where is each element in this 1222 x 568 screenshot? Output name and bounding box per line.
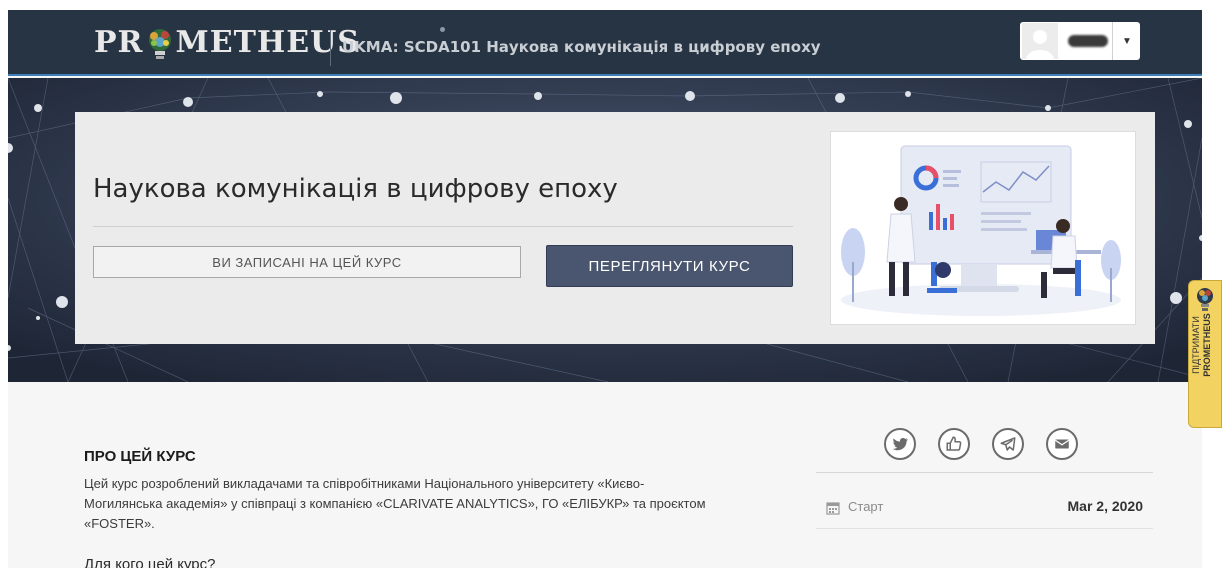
enrolled-status: ВИ ЗАПИСАНІ НА ЦЕЙ КУРС [93, 246, 521, 278]
about-line-1: Цей курс розроблений викладачами та спів… [84, 476, 645, 491]
share-buttons [884, 428, 1078, 460]
view-course-button[interactable]: ПЕРЕГЛЯНУТИ КУРС [546, 245, 793, 287]
page: PR METHEUS UKMA: SCDA101 Наукова комунік… [8, 10, 1202, 568]
divider [816, 528, 1153, 529]
about-line-3: «FOSTER». [84, 516, 155, 531]
logo-text-right: METHEUS [175, 25, 360, 60]
about-line-2: Могилянська академія» у співпраці з комп… [84, 496, 706, 511]
course-start-row: Старт Mar 2, 2020 [816, 496, 1153, 528]
site-header: PR METHEUS UKMA: SCDA101 Наукова комунік… [8, 10, 1202, 76]
lightbulb-icon [148, 29, 171, 59]
course-hero: Наукова комунікація в цифрову епоху ВИ З… [8, 78, 1202, 382]
about-description: Цей курс розроблений викладачами та спів… [84, 474, 804, 534]
support-label-line1: ПІДТРИМАТИ [1191, 316, 1201, 374]
course-card: Наукова комунікація в цифрову епоху ВИ З… [75, 112, 1155, 344]
decorative-dot [440, 27, 445, 32]
user-name-redacted [1068, 35, 1108, 47]
header-divider [330, 30, 331, 66]
divider [816, 472, 1153, 473]
user-silhouette-icon [1022, 23, 1058, 59]
course-illustration [830, 131, 1136, 325]
telegram-icon[interactable] [992, 428, 1024, 460]
email-icon[interactable] [1046, 428, 1078, 460]
like-icon[interactable] [938, 428, 970, 460]
prometheus-logo[interactable]: PR METHEUS [94, 24, 360, 62]
start-label: Старт [848, 499, 884, 514]
course-title: Наукова комунікація в цифрову епоху [93, 174, 618, 204]
support-label: ПІДТРИМАТИ PROMETHEUS [1191, 297, 1213, 393]
divider [93, 226, 793, 227]
twitter-icon[interactable] [884, 428, 916, 460]
header-course-title: UKMA: SCDA101 Наукова комунікація в цифр… [342, 38, 821, 56]
avatar[interactable] [1022, 23, 1058, 59]
start-date: Mar 2, 2020 [1067, 498, 1144, 514]
for-whom-heading: Для кого цей курс? [84, 556, 216, 568]
chevron-down-icon[interactable]: ▼ [1118, 32, 1136, 50]
support-prometheus-tab[interactable]: ПІДТРИМАТИ PROMETHEUS [1188, 280, 1222, 428]
logo-text-left: PR [94, 25, 144, 60]
support-label-line2: PROMETHEUS [1202, 313, 1212, 377]
about-heading: ПРО ЦЕЙ КУРС [84, 448, 196, 465]
calendar-icon [826, 502, 840, 515]
research-illustration [831, 132, 1135, 324]
user-menu-separator [1112, 22, 1113, 60]
user-menu[interactable]: ▼ [1020, 22, 1140, 60]
